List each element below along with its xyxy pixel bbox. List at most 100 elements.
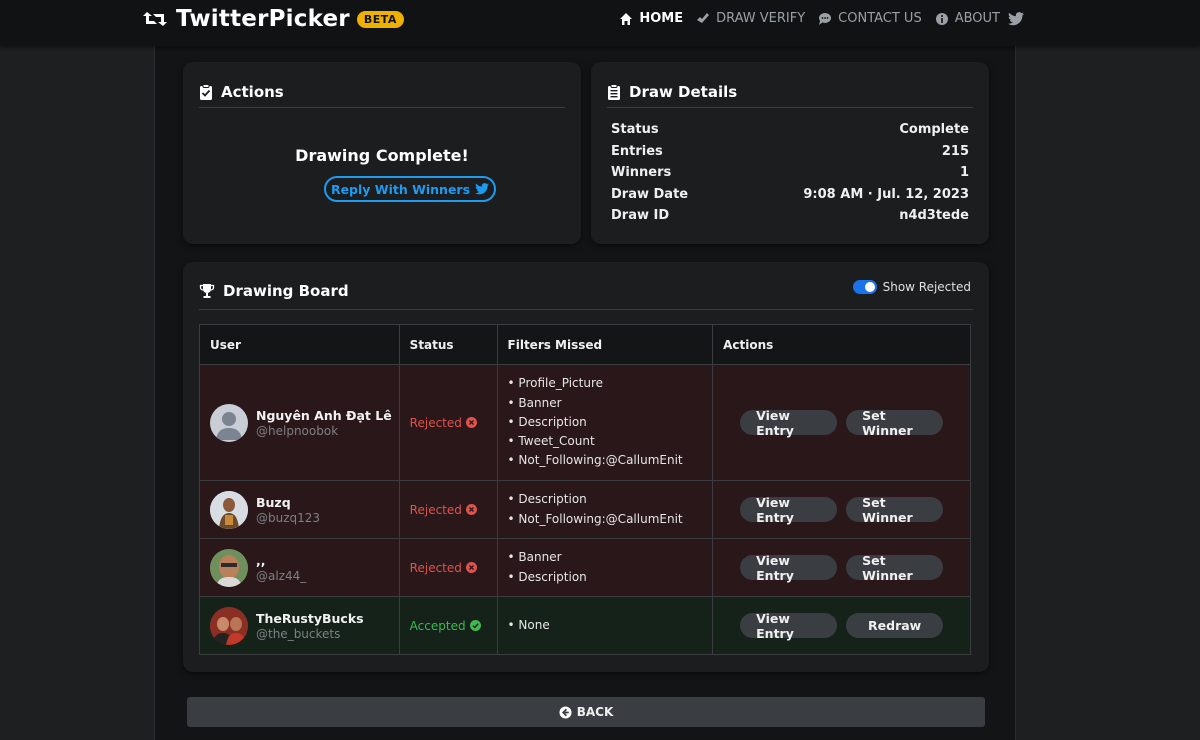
view-entry-button[interactable]: View Entry	[740, 611, 838, 641]
main-column: Actions Drawing Complete! Reply With Win…	[154, 46, 1016, 740]
status-badge: Accepted	[410, 619, 497, 633]
nav-home[interactable]: HOME	[619, 11, 683, 26]
avatar[interactable]	[210, 490, 248, 529]
back-label: BACK	[576, 705, 614, 719]
filter-item: Description	[508, 568, 713, 587]
view-entry-button[interactable]: View Entry	[740, 495, 838, 525]
status-text: Accepted	[409, 618, 466, 633]
nav-links: HOME DRAW VERIFY CONTACT US ABOUT	[606, 11, 1000, 26]
avatar[interactable]	[210, 548, 248, 587]
user-name: Buzq	[256, 494, 291, 510]
user-photo	[210, 548, 248, 587]
status-badge: Rejected	[410, 561, 497, 575]
filter-item: Banner	[508, 394, 713, 413]
twitter-icon	[475, 183, 489, 195]
nav-draw-verify[interactable]: DRAW VERIFY	[696, 11, 805, 26]
x-circle-icon	[465, 562, 477, 573]
column-header-actions: Actions	[712, 324, 971, 365]
redraw-button[interactable]: Redraw	[846, 613, 944, 638]
view-entry-button[interactable]: View Entry	[740, 408, 838, 438]
filters-list: Profile_Picture Banner Description Tweet…	[508, 374, 713, 470]
filter-item: Not_Following:@CallumEnit	[508, 510, 713, 529]
column-header-filters: Filters Missed	[496, 324, 714, 365]
status-cell: Rejected	[398, 538, 498, 597]
toggle-switch[interactable]	[852, 280, 877, 294]
chat-icon	[819, 12, 832, 25]
status-cell: Accepted	[398, 596, 498, 655]
trophy-icon	[199, 283, 215, 298]
toggle-label: Show Rejected	[882, 280, 971, 294]
status-badge: Rejected	[410, 503, 497, 517]
drawing-board-card: Drawing Board Show Rejected User Status …	[183, 262, 989, 672]
avatar[interactable]	[210, 606, 248, 645]
detail-value: Complete	[899, 122, 969, 137]
home-icon	[620, 12, 633, 25]
filter-item: Profile_Picture	[508, 374, 713, 393]
check-circle-icon	[469, 620, 481, 631]
retweet-icon	[143, 12, 167, 26]
default-avatar-icon	[216, 411, 242, 440]
filter-item: Not_Following:@CallumEnit	[508, 451, 713, 470]
nav-contact[interactable]: CONTACT US	[818, 11, 922, 26]
detail-row-entries: Entries 215	[611, 144, 969, 164]
user-cell: Buzq @buzq123	[199, 480, 400, 539]
filters-cell: Profile_Picture Banner Description Tweet…	[496, 364, 714, 481]
avatar[interactable]	[210, 403, 248, 442]
brand[interactable]: TwitterPicker BETA	[142, 6, 404, 32]
reply-label: Reply With Winners	[330, 181, 471, 197]
status-cell: Rejected	[398, 480, 498, 539]
drawing-board-table: User Status Filters Missed Actions Nguyê…	[199, 324, 971, 655]
clipboard-list-icon	[608, 83, 620, 100]
status-text: Rejected	[409, 560, 462, 575]
detail-value: 9:08 AM · Jul. 12, 2023	[803, 187, 969, 202]
detail-value: n4d3tede	[899, 208, 969, 223]
view-entry-button[interactable]: View Entry	[740, 553, 838, 583]
user-name: ,,	[256, 552, 266, 568]
status-text: Rejected	[409, 415, 462, 430]
column-header-status: Status	[398, 324, 498, 365]
filter-item: Tweet_Count	[508, 432, 713, 451]
table-row: TheRustyBucks @the_buckets Accepted • No…	[199, 596, 971, 655]
actions-header: Actions	[199, 76, 565, 108]
back-button[interactable]: BACK	[187, 697, 985, 727]
drawing-complete-message: Drawing Complete!	[295, 146, 469, 165]
user-name: TheRustyBucks	[256, 610, 364, 626]
set-winner-button[interactable]: Set Winner	[846, 408, 944, 438]
table-header-row: User Status Filters Missed Actions	[199, 324, 971, 365]
user-photo	[210, 606, 248, 645]
actions-cell: View Entry Set Winner	[712, 480, 971, 539]
user-handle: @buzq123	[256, 510, 321, 525]
board-title: Drawing Board	[223, 281, 349, 300]
user-cell: ,, @alz44_	[199, 538, 400, 597]
reply-with-winners-button[interactable]: Reply With Winners	[324, 176, 496, 202]
set-winner-button[interactable]: Set Winner	[846, 495, 944, 525]
nav-contact-label: CONTACT US	[838, 11, 922, 26]
detail-row-draw-id: Draw ID n4d3tede	[611, 208, 969, 228]
detail-value: 1	[959, 165, 969, 180]
draw-details-card: Draw Details Status Complete Entries 215…	[591, 62, 989, 244]
nav-about[interactable]: ABOUT	[935, 11, 1000, 26]
filters-list: Description Not_Following:@CallumEnit	[508, 490, 713, 529]
nav-about-label: ABOUT	[954, 11, 1000, 26]
column-header-user: User	[199, 324, 400, 365]
navbar: TwitterPicker BETA HOME DRAW VERIFY CONT…	[0, 0, 1200, 46]
detail-label: Draw ID	[611, 208, 670, 223]
status-cell: Rejected	[398, 364, 498, 481]
details-header: Draw Details	[607, 76, 973, 108]
actions-cell: View Entry Redraw	[712, 596, 971, 655]
nav-home-label: HOME	[639, 11, 684, 26]
detail-row-status: Status Complete	[611, 122, 969, 142]
x-circle-icon	[465, 417, 477, 428]
user-handle: @alz44_	[256, 568, 307, 583]
filter-item: Banner	[508, 548, 713, 567]
table-row: ,, @alz44_ Rejected Banner	[199, 538, 971, 597]
set-winner-button[interactable]: Set Winner	[846, 553, 944, 583]
twitter-icon[interactable]	[1008, 12, 1024, 26]
user-cell: TheRustyBucks @the_buckets	[199, 596, 400, 655]
table-row: Buzq @buzq123 Rejected Descrip	[199, 480, 971, 539]
x-circle-icon	[465, 504, 477, 515]
arrow-left-circle-icon	[559, 705, 572, 719]
show-rejected-toggle[interactable]: Show Rejected	[852, 280, 971, 294]
info-icon	[935, 12, 948, 25]
filters-cell: None	[496, 596, 714, 655]
